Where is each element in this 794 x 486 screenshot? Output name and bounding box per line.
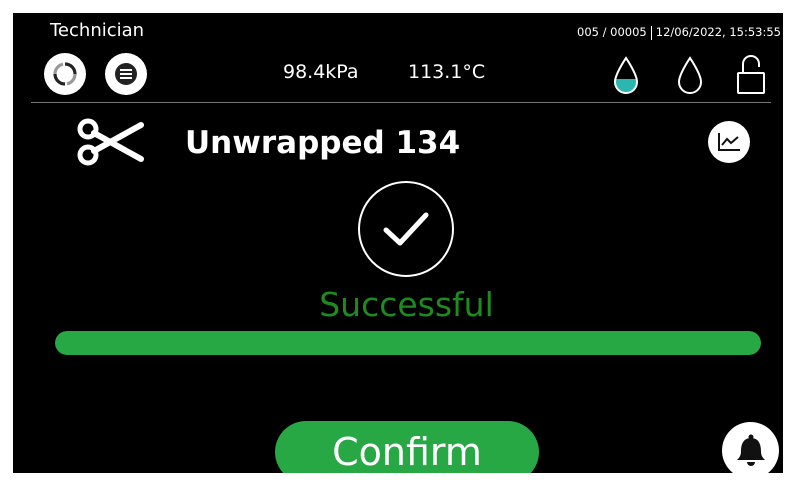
result-status-text: Successful bbox=[319, 285, 494, 324]
cycle-counter: 005 / 00005 bbox=[577, 25, 647, 39]
alarm-button[interactable] bbox=[722, 422, 779, 473]
result-status-circle bbox=[358, 181, 454, 277]
status-separator bbox=[650, 25, 652, 40]
menu-icon bbox=[115, 63, 137, 85]
water-tank-2-indicator bbox=[675, 55, 705, 99]
cycle-progress-bar bbox=[55, 331, 761, 355]
pressure-reading: 98.4kPa bbox=[283, 61, 359, 83]
unlocked-padlock-icon bbox=[737, 55, 765, 94]
autoclave-screen: Technician 005 / 00005 12/06/2022, 15:53:… bbox=[13, 13, 783, 473]
user-role-label: Technician bbox=[50, 20, 145, 41]
program-icon bbox=[75, 116, 145, 172]
checkmark-icon bbox=[383, 212, 429, 246]
graph-button[interactable] bbox=[708, 121, 750, 163]
program-name: Unwrapped 134 bbox=[185, 125, 461, 161]
water-drop-empty-icon bbox=[677, 56, 703, 94]
refresh-button[interactable] bbox=[44, 53, 86, 95]
water-tank-1-indicator bbox=[611, 55, 641, 99]
status-bar: 005 / 00005 12/06/2022, 15:53:55 bbox=[577, 25, 781, 40]
datetime: 12/06/2022, 15:53:55 bbox=[655, 25, 781, 39]
temperature-reading: 113.1°C bbox=[408, 61, 486, 83]
scissors-icon bbox=[77, 118, 144, 166]
refresh-icon bbox=[53, 62, 77, 86]
header-divider bbox=[31, 102, 771, 103]
menu-button[interactable] bbox=[105, 53, 147, 95]
door-lock-indicator bbox=[735, 53, 767, 101]
confirm-button[interactable]: Confirm bbox=[275, 421, 539, 473]
water-drop-filled-icon bbox=[613, 56, 639, 94]
bell-icon bbox=[736, 434, 765, 466]
cycle-progress-fill bbox=[55, 331, 761, 355]
graph-icon bbox=[718, 133, 740, 151]
